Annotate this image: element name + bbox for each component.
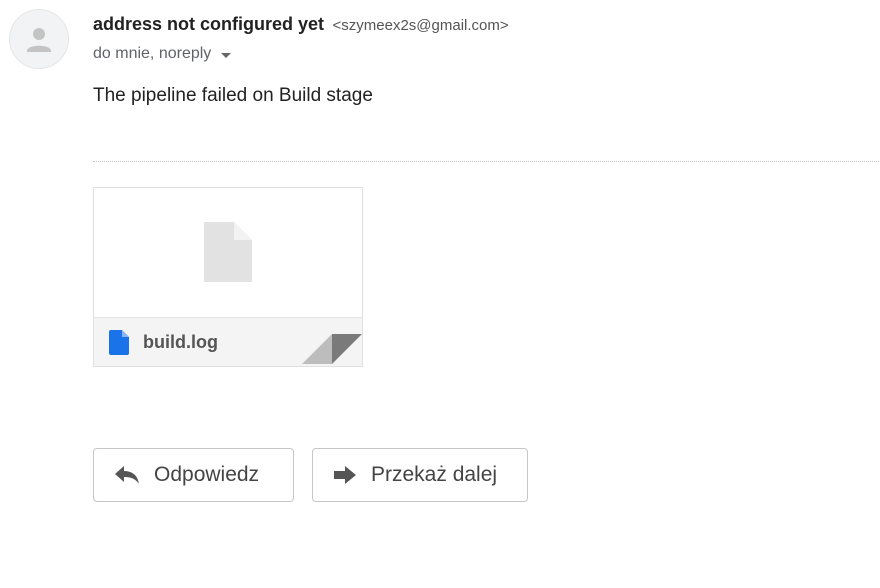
forward-label: Przekaż dalej	[371, 463, 498, 486]
reply-label: Odpowiedz	[154, 463, 260, 486]
message-body: The pipeline failed on Build stage	[93, 85, 373, 106]
sender-email: <szymeex2s@gmail.com>	[332, 17, 509, 34]
recipients-text: do mnie, noreply	[93, 45, 212, 62]
sender-name[interactable]: address not configured yet	[93, 14, 324, 34]
recipients-line[interactable]: do mnie, noreply	[93, 43, 232, 65]
person-icon	[27, 28, 51, 52]
attachment-preview	[94, 188, 362, 317]
avatar[interactable]	[9, 9, 69, 69]
chevron-down-icon[interactable]	[221, 52, 232, 58]
reply-arrow-icon	[115, 466, 139, 484]
page-fold-corner	[302, 334, 362, 364]
attachment-footer: build.log	[94, 317, 362, 366]
file-icon	[204, 222, 252, 282]
document-icon	[109, 330, 129, 355]
forward-arrow-icon	[334, 466, 356, 484]
divider	[93, 161, 879, 162]
email-message-view: address not configured yet <szymeex2s@gm…	[0, 0, 880, 588]
reply-button[interactable]: Odpowiedz	[93, 448, 294, 502]
attachment-card[interactable]: build.log	[93, 187, 363, 367]
forward-button[interactable]: Przekaż dalej	[312, 448, 528, 502]
sender-line: address not configured yet <szymeex2s@gm…	[93, 12, 509, 38]
attachment-filename: build.log	[143, 332, 218, 352]
